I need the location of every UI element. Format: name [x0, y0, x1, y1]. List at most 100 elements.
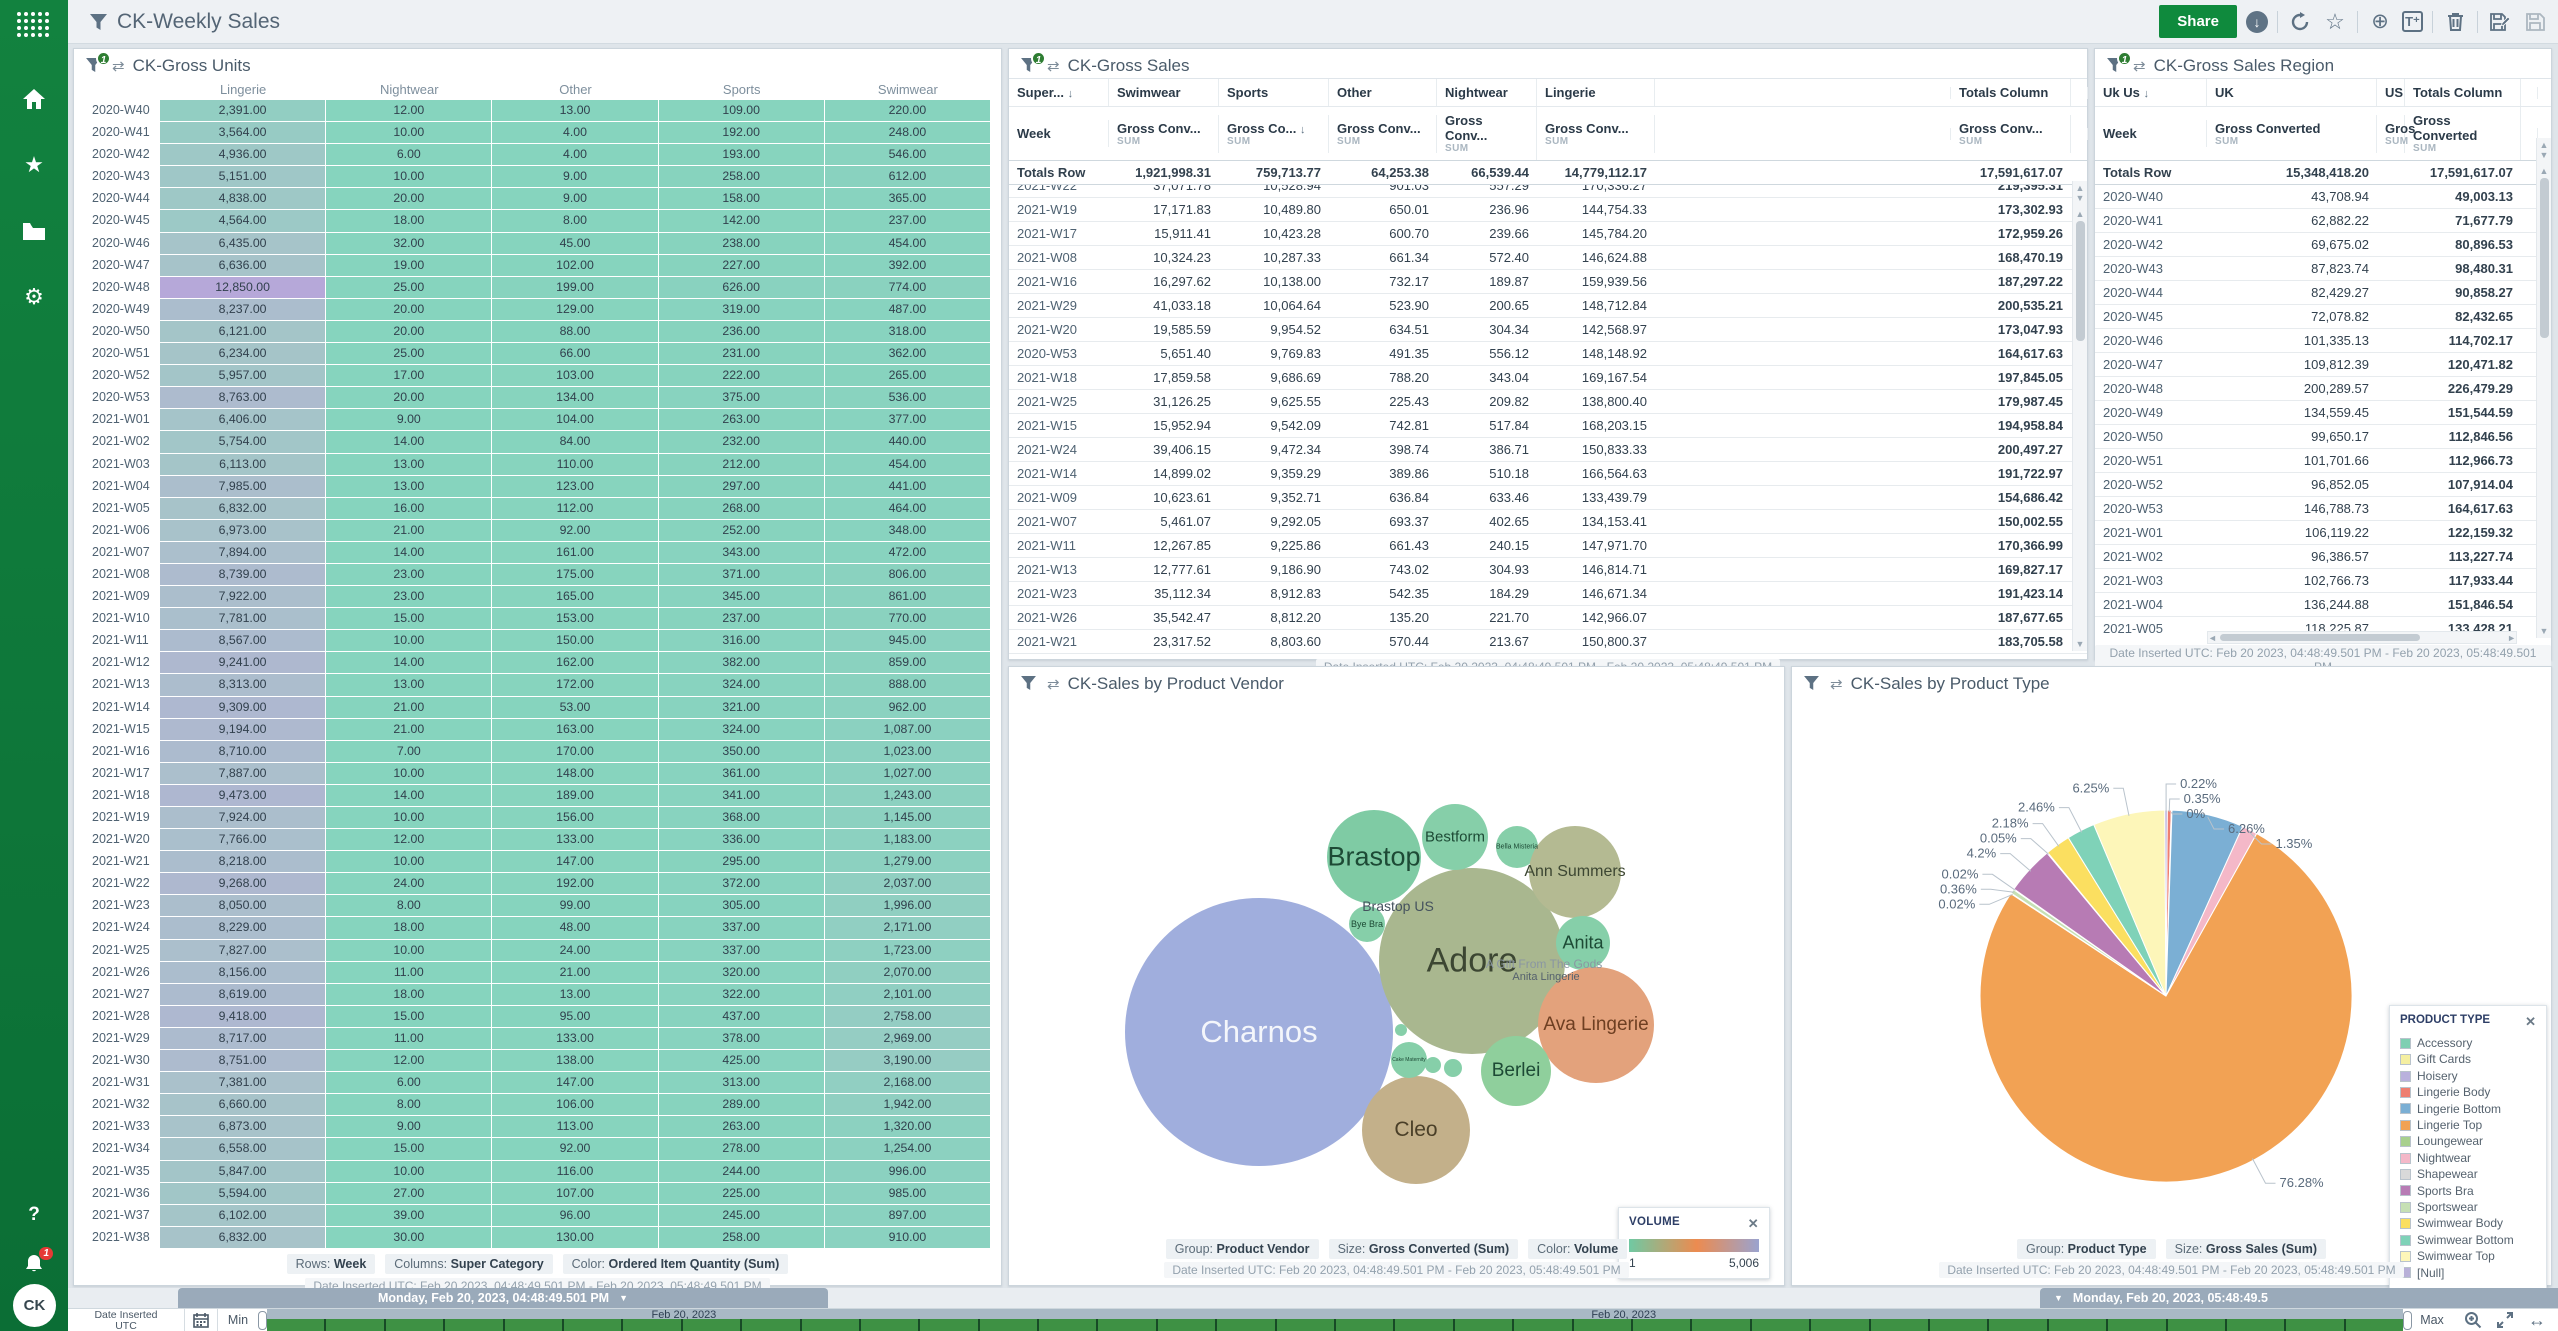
heatmap-cell[interactable]: 130.00: [492, 1227, 657, 1248]
totals-column-cell[interactable]: 187,297.22: [1951, 270, 2071, 293]
refresh-icon[interactable]: [2287, 9, 2313, 35]
zoom-in-icon[interactable]: [2464, 1311, 2482, 1329]
pivot-cell[interactable]: 69,675.02: [2207, 233, 2377, 256]
row-label[interactable]: 2020-W50: [2095, 425, 2207, 448]
heatmap-cell[interactable]: 320.00: [659, 962, 824, 983]
row-label[interactable]: 2020-W43: [2095, 257, 2207, 280]
row-label[interactable]: 2021-W13: [1009, 558, 1109, 581]
totals-column-header[interactable]: Totals Column: [1951, 79, 2071, 106]
row-label[interactable]: 2021-W21: [1009, 630, 1109, 653]
pivot-cell[interactable]: 8,912.83: [1219, 582, 1329, 605]
row-label[interactable]: 2021-W03: [80, 454, 160, 476]
heatmap-cell[interactable]: 20.00: [326, 321, 491, 342]
pivot-cell[interactable]: 134,153.41: [1537, 510, 1655, 533]
heatmap-cell[interactable]: 336.00: [659, 829, 824, 850]
heatmap-cell[interactable]: 21.00: [326, 697, 491, 718]
table-row[interactable]: 2020-W4269,675.0280,896.53: [2095, 233, 2551, 257]
heatmap-cell[interactable]: 220.00: [825, 100, 990, 121]
pivot-cell[interactable]: 9,186.90: [1219, 558, 1329, 581]
heatmap-cell[interactable]: 4.00: [492, 122, 657, 143]
filter-funnel-icon[interactable]: [90, 14, 107, 30]
row-label[interactable]: 2021-W05: [2095, 617, 2207, 637]
heatmap-cell[interactable]: 175.00: [492, 564, 657, 585]
heatmap-cell[interactable]: 806.00: [825, 564, 990, 585]
pivot-row-dim[interactable]: Week: [2095, 120, 2207, 147]
legend-item[interactable]: Accessory: [2400, 1035, 2536, 1051]
table-row[interactable]: 2021-W2531,126.259,625.55225.43209.82138…: [1009, 390, 2087, 414]
pivot-cell[interactable]: 31,126.25: [1109, 390, 1219, 413]
column-header[interactable]: Sports: [659, 82, 825, 97]
table-row[interactable]: 2021-W1112,267.859,225.86661.43240.15147…: [1009, 534, 2087, 558]
pivot-cell[interactable]: 633.46: [1437, 486, 1537, 509]
heatmap-cell[interactable]: 258.00: [659, 166, 824, 187]
delete-trash-icon[interactable]: [2442, 9, 2468, 35]
heatmap-cell[interactable]: 142.00: [659, 210, 824, 231]
heatmap-cell[interactable]: 2,168.00: [825, 1072, 990, 1093]
heatmap-cell[interactable]: 17.00: [326, 365, 491, 386]
heatmap-cell[interactable]: 7,924.00: [160, 807, 325, 828]
heatmap-cell[interactable]: 30.00: [326, 1227, 491, 1248]
heatmap-cell[interactable]: 237.00: [659, 608, 824, 629]
heatmap-cell[interactable]: 7,985.00: [160, 476, 325, 497]
heatmap-cell[interactable]: 945.00: [825, 630, 990, 651]
legend-item[interactable]: Lingerie Top: [2400, 1117, 2536, 1133]
row-label[interactable]: 2021-W17: [1009, 222, 1109, 245]
row-label[interactable]: 2020-W51: [2095, 449, 2207, 472]
heatmap-cell[interactable]: 626.00: [659, 277, 824, 298]
totals-column-cell[interactable]: 113,227.74: [2405, 545, 2521, 568]
heatmap-cell[interactable]: 8,751.00: [160, 1050, 325, 1071]
heatmap-cell[interactable]: 95.00: [492, 1006, 657, 1027]
row-label[interactable]: 2021-W12: [80, 652, 160, 674]
heatmap-cell[interactable]: 9.00: [492, 166, 657, 187]
row-label[interactable]: 2021-W14: [80, 697, 160, 719]
heatmap-cell[interactable]: 15.00: [326, 1138, 491, 1159]
heatmap-cell[interactable]: 6.00: [326, 144, 491, 165]
heatmap-cell[interactable]: 6,873.00: [160, 1116, 325, 1137]
pivot-cell[interactable]: 221.70: [1437, 606, 1537, 629]
pivot-cell[interactable]: 9,542.09: [1219, 414, 1329, 437]
pivot-cell[interactable]: 170,336.27: [1537, 185, 1655, 197]
heatmap-cell[interactable]: 368.00: [659, 807, 824, 828]
save-as-icon[interactable]: [2487, 9, 2513, 35]
column-header[interactable]: Swimwear: [825, 82, 991, 97]
row-label[interactable]: 2021-W13: [80, 674, 160, 696]
heatmap-cell[interactable]: 110.00: [492, 454, 657, 475]
totals-column-cell[interactable]: 80,896.53: [2405, 233, 2521, 256]
pivot-cell[interactable]: 39,406.15: [1109, 438, 1219, 461]
heatmap-cell[interactable]: 15.00: [326, 1006, 491, 1027]
pivot-cell[interactable]: 304.34: [1437, 318, 1537, 341]
star-icon[interactable]: ★: [21, 152, 47, 178]
row-label[interactable]: 2021-W09: [80, 586, 160, 608]
heatmap-cell[interactable]: 13.00: [326, 454, 491, 475]
heatmap-cell[interactable]: 19.00: [326, 255, 491, 276]
heatmap-cell[interactable]: 5,957.00: [160, 365, 325, 386]
heatmap-cell[interactable]: 295.00: [659, 851, 824, 872]
heatmap-cell[interactable]: 1,279.00: [825, 851, 990, 872]
table-row[interactable]: 2021-W0810,324.2310,287.33661.34572.4014…: [1009, 246, 2087, 270]
heatmap-cell[interactable]: 425.00: [659, 1050, 824, 1071]
pivot-cell[interactable]: 150,800.37: [1537, 630, 1655, 653]
legend-item[interactable]: Swimwear Body: [2400, 1215, 2536, 1231]
heatmap-cell[interactable]: 6,660.00: [160, 1094, 325, 1115]
heatmap-cell[interactable]: 39.00: [326, 1205, 491, 1226]
pivot-cell[interactable]: 389.86: [1329, 462, 1437, 485]
heatmap-cell[interactable]: 454.00: [825, 233, 990, 254]
heatmap-cell[interactable]: 21.00: [326, 719, 491, 740]
pivot-cell[interactable]: 43,708.94: [2207, 185, 2377, 208]
heatmap-cell[interactable]: 8,739.00: [160, 564, 325, 585]
pivot-cell[interactable]: 9,292.05: [1219, 510, 1329, 533]
row-label[interactable]: 2020-W53: [2095, 497, 2207, 520]
totals-column-cell[interactable]: 151,846.54: [2405, 593, 2521, 616]
heatmap-cell[interactable]: 6,832.00: [160, 1227, 325, 1248]
heatmap-cell[interactable]: 2,391.00: [160, 100, 325, 121]
heatmap-cell[interactable]: 362.00: [825, 343, 990, 364]
pivot-cell[interactable]: 10,324.23: [1109, 246, 1219, 269]
heatmap-cell[interactable]: 372.00: [659, 873, 824, 894]
home-icon[interactable]: [21, 86, 47, 112]
pivot-cell[interactable]: 661.43: [1329, 534, 1437, 557]
heatmap-cell[interactable]: 888.00: [825, 674, 990, 695]
table-row[interactable]: 2020-W51101,701.66112,966.73: [2095, 449, 2551, 473]
totals-column-cell[interactable]: 200,497.27: [1951, 438, 2071, 461]
heatmap-cell[interactable]: 9,268.00: [160, 873, 325, 894]
heatmap-cell[interactable]: 245.00: [659, 1205, 824, 1226]
